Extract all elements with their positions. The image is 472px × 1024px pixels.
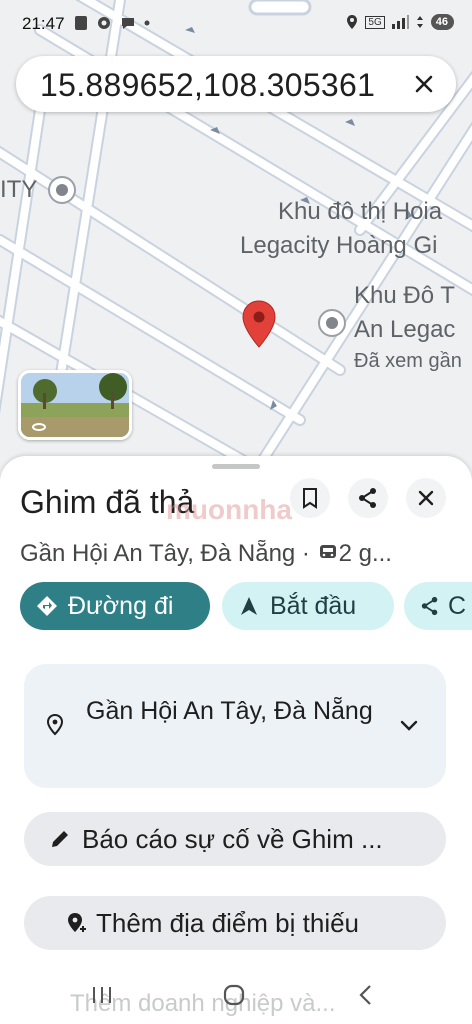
location-pin-icon	[46, 714, 64, 736]
address-card[interactable]: Gần Hội An Tây, Đà Nẵng	[24, 664, 446, 788]
share-icon	[421, 596, 438, 616]
address-text: Gần Hội An Tây, Đà Nẵng	[86, 697, 373, 725]
place-transit-text: 2 g...	[338, 540, 392, 567]
chat-notification-icon	[122, 18, 134, 29]
map-label-poi2-line1: Khu Đô T	[354, 282, 455, 309]
add-missing-place-button[interactable]: Thêm địa điểm bị thiếu	[24, 896, 446, 950]
map-label-poi2-line3: Đã xem gần	[354, 350, 462, 372]
status-bar: 21:47 5G 46	[0, 0, 472, 48]
search-bar[interactable]: 15.889652,108.305361	[16, 56, 456, 112]
location-status-icon	[347, 15, 358, 29]
pdf-notification-icon	[75, 16, 87, 30]
edit-pencil-icon	[52, 831, 68, 847]
map-label-poi1-line2: Legacity Hoàng Gi	[240, 232, 438, 259]
back-icon[interactable]	[356, 984, 376, 1006]
close-sheet-button[interactable]	[406, 478, 446, 518]
start-button[interactable]: Bắt đầu	[222, 582, 394, 630]
battery-level: 46	[430, 14, 454, 30]
share-button[interactable]	[348, 478, 388, 518]
signal-icon	[391, 15, 409, 29]
map-label-left: ITY	[0, 176, 38, 203]
drag-handle[interactable]	[212, 464, 260, 469]
data-activity-icon	[416, 16, 423, 28]
place-subtitle-text: Gần Hội An Tây, Đà Nẵng ·	[20, 540, 317, 567]
home-icon[interactable]	[222, 983, 246, 1007]
system-nav-bar	[0, 968, 472, 1024]
map-label-poi2-line2: An Legac	[354, 316, 456, 343]
start-label: Bắt đầu	[270, 591, 357, 620]
add-missing-place-label: Thêm địa điểm bị thiếu	[96, 907, 360, 938]
directions-icon	[37, 596, 57, 616]
share-icon	[359, 488, 376, 508]
bookmark-icon	[303, 488, 317, 509]
report-issue-button[interactable]: Báo cáo sự cố về Ghim ...	[24, 812, 446, 866]
share-chip-label: C	[448, 591, 467, 620]
settings-notification-icon	[98, 17, 110, 29]
share-chip-button[interactable]: C	[404, 582, 472, 630]
close-icon[interactable]	[408, 68, 440, 100]
dropped-pin-icon[interactable]	[242, 300, 276, 348]
directions-label: Đường đi	[68, 591, 174, 620]
save-button[interactable]	[290, 478, 330, 518]
watermark: muonnha	[166, 494, 292, 525]
map-label-poi1-line1: Khu đô thị Hoia	[278, 198, 443, 225]
recent-apps-icon[interactable]	[90, 984, 114, 1006]
close-icon	[418, 490, 434, 506]
network-type: 5G	[365, 15, 385, 29]
directions-button[interactable]: Đường đi	[20, 582, 210, 630]
navigation-arrow-icon	[241, 597, 257, 615]
place-sheet[interactable]: Ghim đã thả Gần Hội An Tây, Đà Nẵng · 2 …	[0, 456, 472, 1024]
chevron-down-icon[interactable]	[400, 720, 418, 732]
search-query[interactable]: 15.889652,108.305361	[40, 67, 375, 104]
more-notifications-icon	[144, 20, 150, 26]
transit-icon	[319, 545, 336, 558]
status-time: 21:47	[22, 14, 65, 33]
add-location-icon	[68, 913, 86, 932]
street-view-thumbnail[interactable]	[18, 370, 132, 440]
place-subtitle: Gần Hội An Tây, Đà Nẵng · 2 g...	[20, 540, 392, 568]
report-issue-label: Báo cáo sự cố về Ghim ...	[82, 823, 383, 854]
